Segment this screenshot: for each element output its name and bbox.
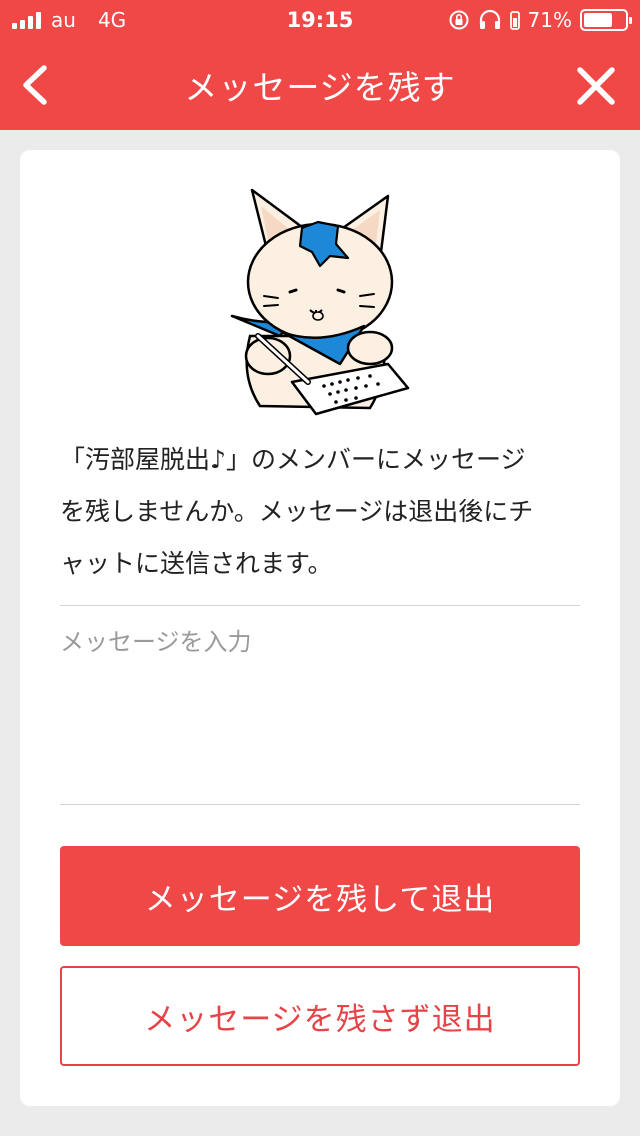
- leave-with-message-button[interactable]: メッセージを残して退出: [60, 846, 580, 946]
- input-top-divider: [60, 605, 580, 606]
- status-bar: au 4G 19:15 71%: [0, 0, 640, 40]
- network-label: 4G: [97, 8, 127, 32]
- description-line: 「汚部屋脱出♪」のメンバーにメッセージ: [60, 445, 526, 474]
- battery-level-fill: [584, 13, 613, 27]
- leave-with-message-label: メッセージを残して退出: [144, 881, 496, 918]
- cat-writing-letter-illustration: [230, 188, 410, 416]
- status-right: 71%: [448, 8, 632, 32]
- navigation-bar: メッセージを残す: [0, 40, 640, 130]
- chevron-left-icon[interactable]: [16, 62, 56, 108]
- leave-message-description: 「汚部屋脱出♪」のメンバーにメッセージ を残しませんか。メッセージは退出後にチ …: [60, 434, 580, 590]
- orientation-lock-icon: [449, 10, 469, 30]
- status-left: au 4G: [12, 8, 126, 32]
- description-line: を残しませんか。メッセージは退出後にチ: [60, 497, 534, 526]
- battery-icon: [580, 9, 632, 31]
- battery-percent: 71%: [527, 8, 572, 32]
- description-line: ャットに送信されます。: [60, 549, 333, 578]
- close-icon[interactable]: [574, 64, 618, 108]
- input-bottom-divider: [60, 804, 580, 805]
- page-title: メッセージを残す: [184, 68, 456, 107]
- message-input[interactable]: [60, 622, 580, 792]
- carrier-label: au: [51, 8, 76, 32]
- headphones-icon: [479, 9, 500, 29]
- leave-without-message-label: メッセージを残さず退出: [144, 1001, 496, 1038]
- signal-strength-icon: [12, 11, 41, 29]
- leave-without-message-button[interactable]: メッセージを残さず退出: [60, 966, 580, 1066]
- message-card: 「汚部屋脱出♪」のメンバーにメッセージ を残しませんか。メッセージは退出後にチ …: [20, 150, 620, 1106]
- headphone-battery-icon: [509, 11, 520, 30]
